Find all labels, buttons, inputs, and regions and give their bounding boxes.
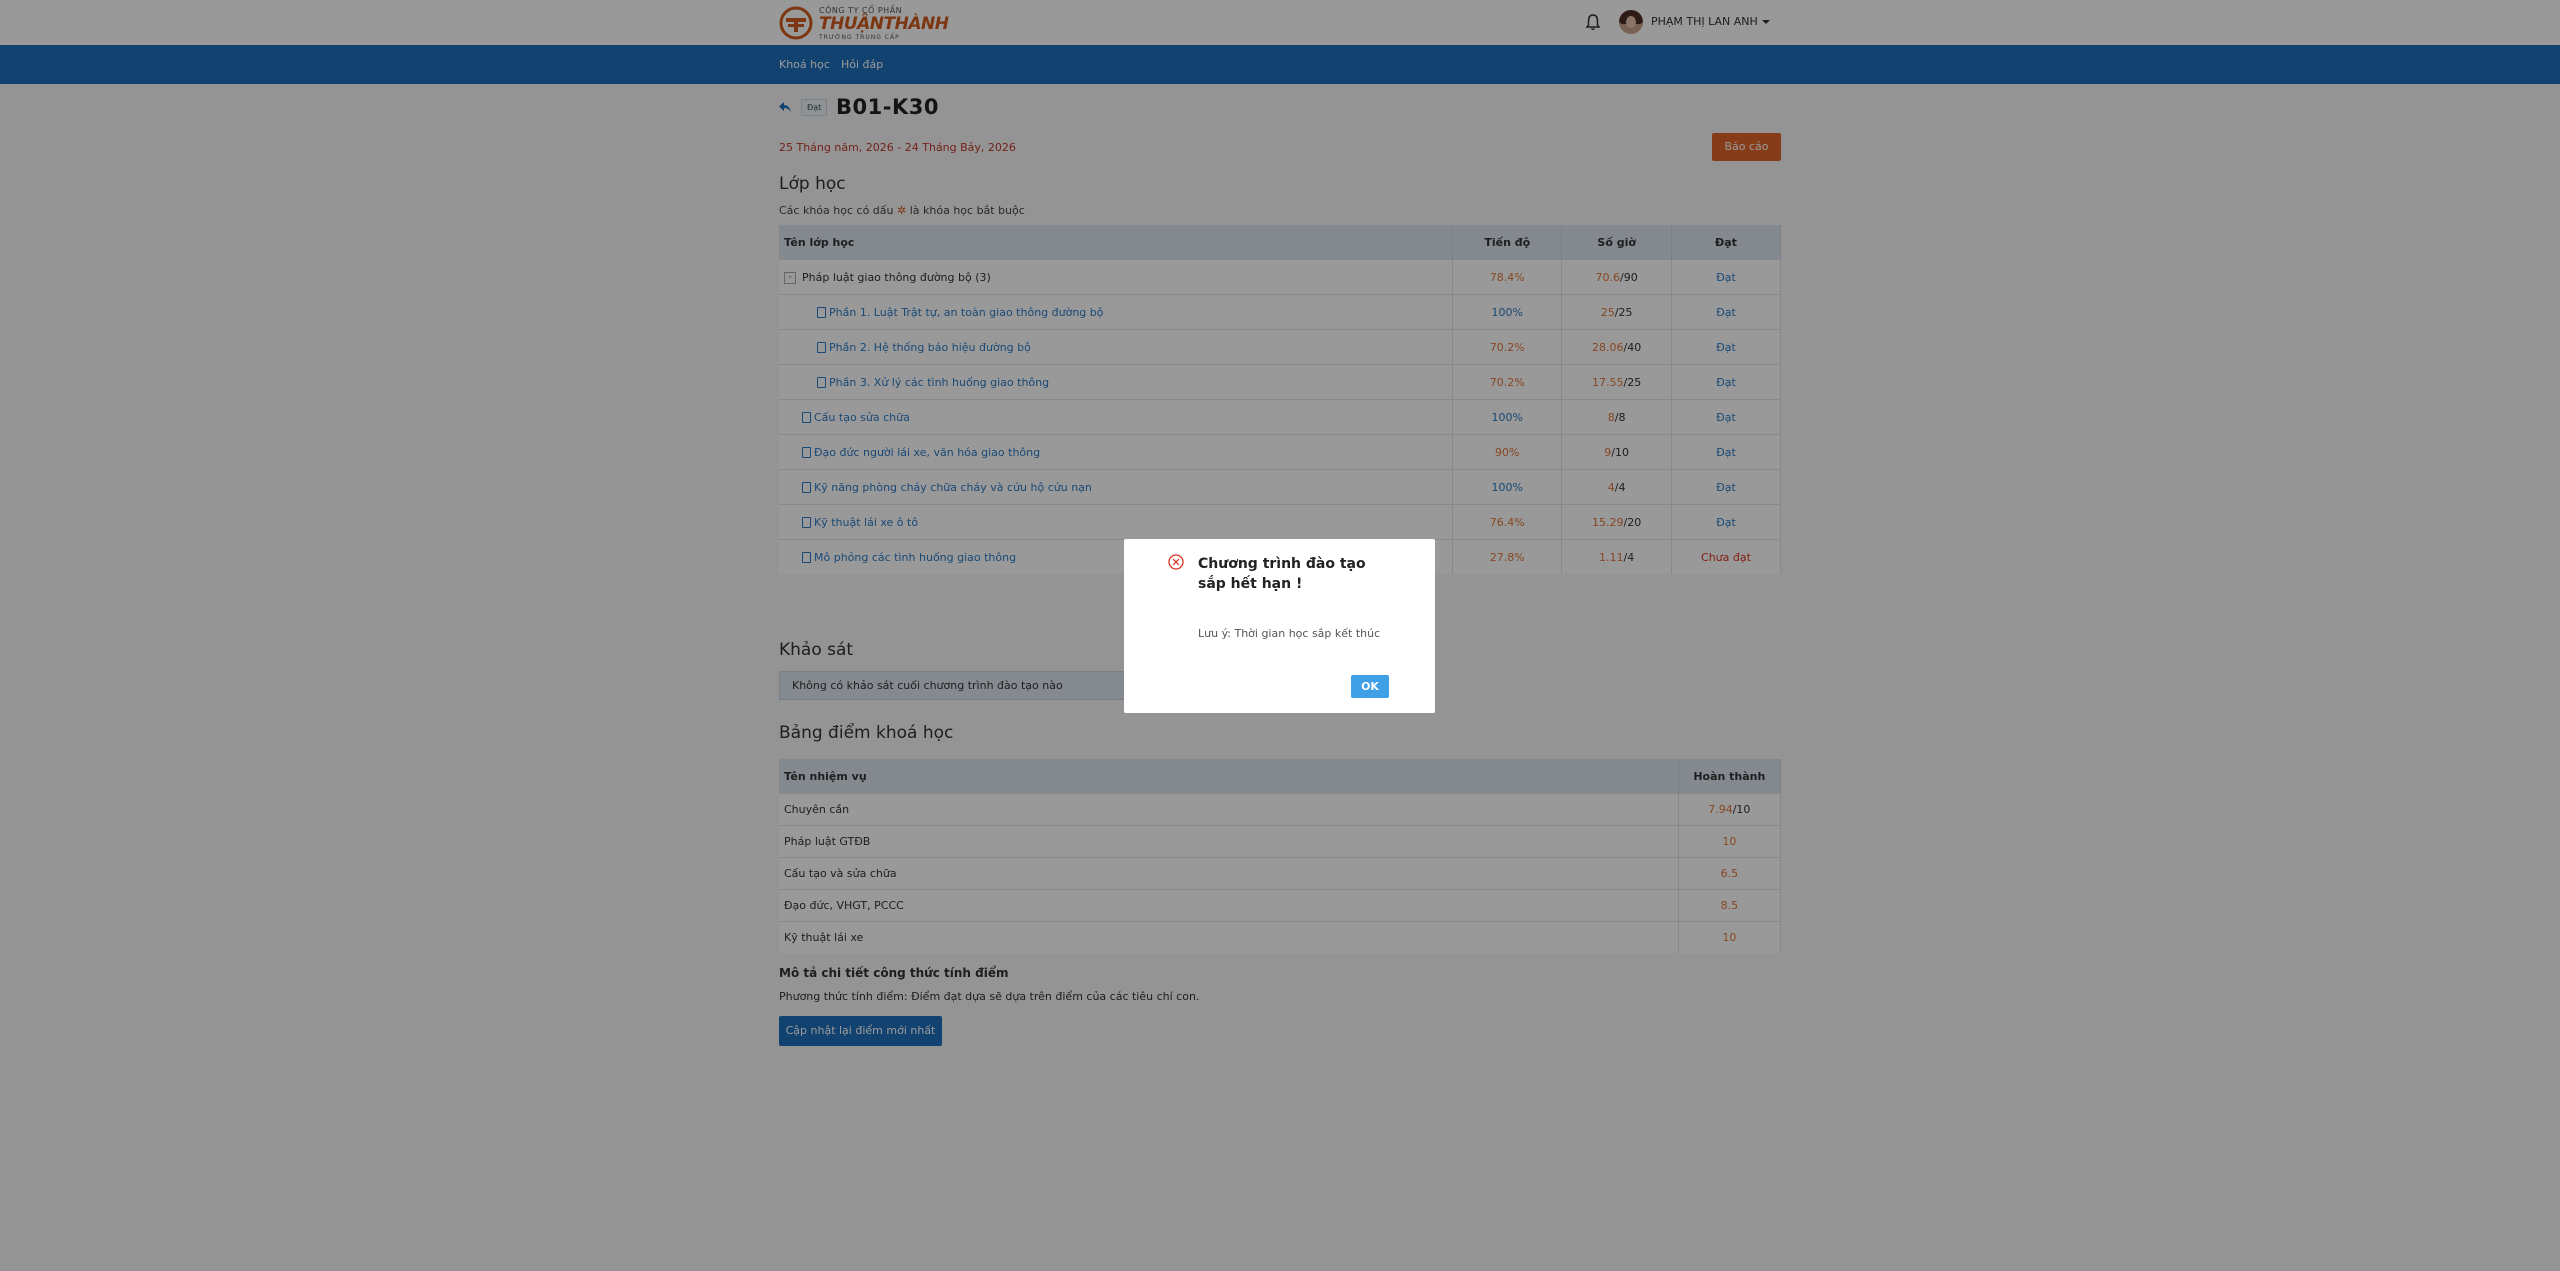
dialog-message: Lưu ý: Thời gian học sắp kết thúc <box>1198 627 1381 640</box>
error-circle-icon <box>1168 554 1184 570</box>
expiry-alert-dialog: Chương trình đào tạo sắp hết hạn ! Lưu ý… <box>1124 539 1435 713</box>
ok-button[interactable]: OK <box>1351 675 1389 698</box>
dialog-title: Chương trình đào tạo sắp hết hạn ! <box>1198 556 1366 592</box>
